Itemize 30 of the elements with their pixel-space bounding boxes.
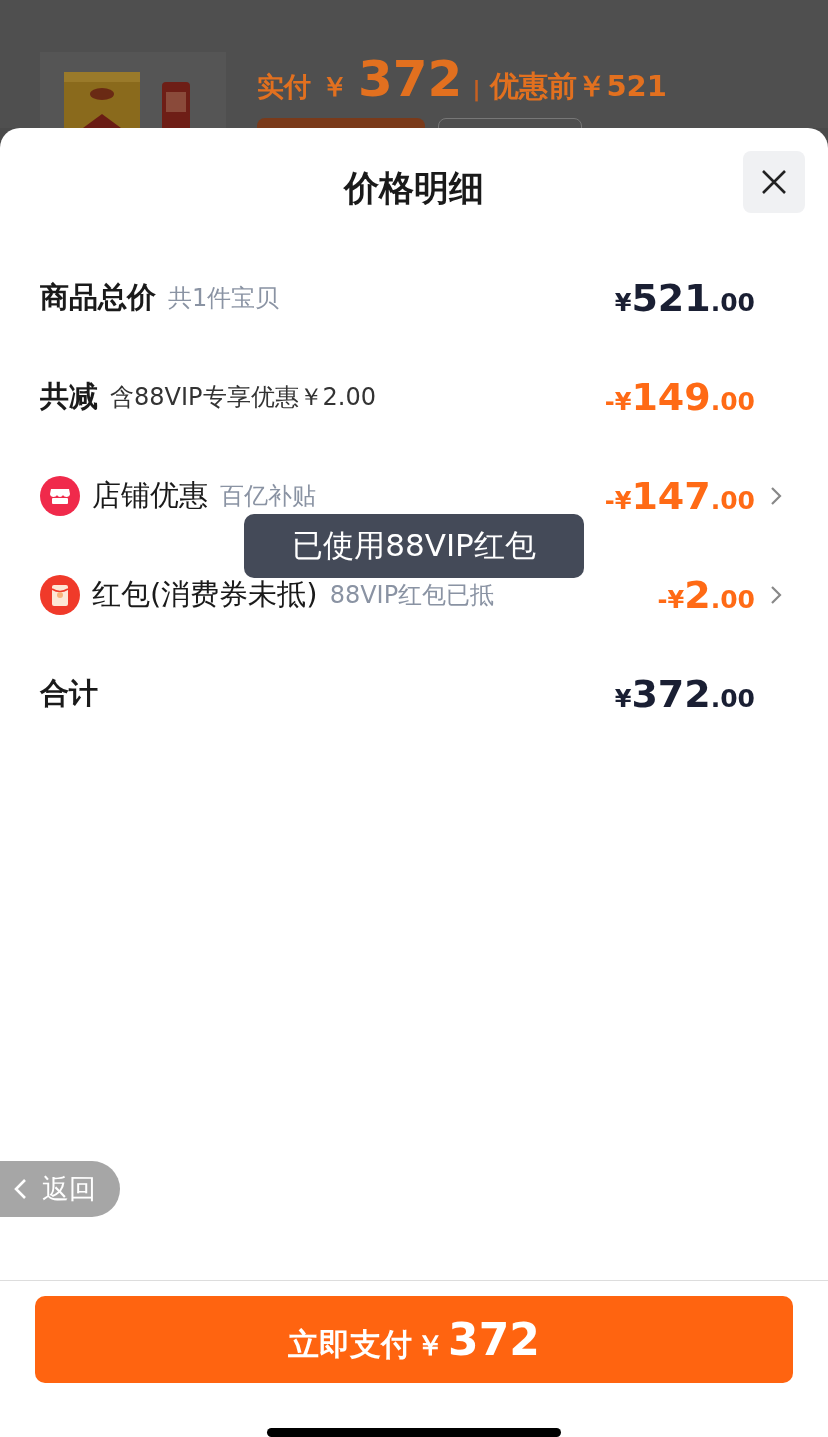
envelope-icon	[40, 574, 80, 615]
row-label: 红包(消费券未抵)	[92, 575, 318, 613]
close-button[interactable]	[743, 151, 805, 213]
row-label: 店铺优惠	[92, 476, 208, 514]
price-amount: -¥2.00	[657, 572, 755, 617]
pay-button[interactable]: 立即支付￥372	[35, 1296, 793, 1383]
toast-message: 已使用88VIP红包	[244, 514, 584, 578]
price-amount: ¥521.00	[614, 275, 755, 320]
original-price: 优惠前￥521	[490, 68, 667, 105]
row-note: 含88VIP专享优惠￥2.00	[110, 381, 376, 413]
currency-symbol: ￥	[321, 70, 348, 104]
back-button[interactable]: 返回	[0, 1161, 120, 1217]
sheet-title: 价格明细	[344, 166, 484, 210]
back-icon	[12, 1177, 28, 1201]
price-amount: ¥372.00	[614, 671, 755, 716]
paid-label: 实付	[257, 70, 311, 104]
row-note: 百亿补贴	[220, 480, 316, 512]
chevron-icon[interactable]	[769, 484, 783, 507]
row-label: 商品总价	[40, 278, 156, 316]
separator: |	[472, 76, 481, 101]
row-note: 共1件宝贝	[168, 282, 280, 314]
row-note: 88VIP红包已抵	[329, 579, 495, 611]
price-amount: -¥149.00	[604, 374, 755, 419]
shop-icon	[40, 475, 80, 516]
row-label: 共减	[40, 377, 98, 415]
close-icon	[760, 168, 788, 196]
row-label: 合计	[40, 674, 98, 712]
paid-amount: 372	[358, 50, 463, 108]
chevron-icon[interactable]	[769, 583, 783, 606]
price-amount: -¥147.00	[604, 473, 755, 518]
